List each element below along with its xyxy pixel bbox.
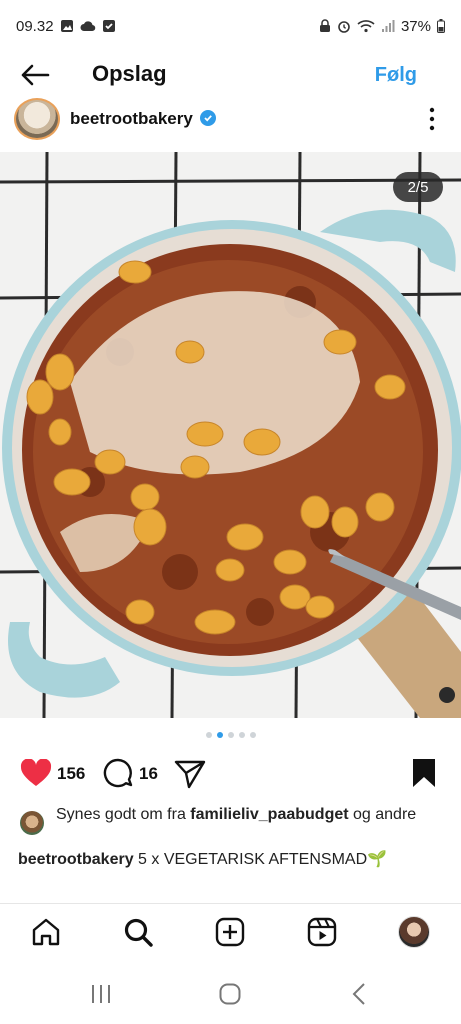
search-icon — [124, 918, 153, 947]
caption-text: 5 x VEGETARISK AFTENSMAD🌱 — [133, 851, 388, 868]
follow-button[interactable]: Følg — [375, 64, 417, 87]
top-bar: Opslag Følg — [0, 52, 461, 98]
back-button[interactable] — [18, 60, 52, 90]
author-avatar[interactable] — [14, 98, 60, 140]
gallery-notification-icon — [60, 20, 73, 32]
status-right: 37% — [319, 18, 445, 35]
comment-count[interactable]: 16 — [139, 764, 158, 784]
nav-profile[interactable] — [398, 916, 430, 948]
wifi-icon — [357, 20, 375, 33]
recents-button[interactable] — [87, 981, 115, 1007]
nav-reels[interactable] — [306, 916, 338, 948]
recents-icon — [92, 985, 110, 1003]
back-chevron-icon — [352, 983, 365, 1005]
share-paper-plane-icon[interactable] — [174, 759, 206, 789]
carousel-dot — [227, 732, 234, 738]
carousel-dot-active — [216, 732, 223, 738]
page-title: Opslag — [92, 61, 167, 86]
alarm-icon — [338, 21, 350, 33]
carousel-dot — [205, 732, 212, 738]
more-options-icon[interactable] — [421, 106, 443, 132]
system-home-button[interactable] — [216, 981, 244, 1007]
nav-create[interactable] — [214, 916, 246, 948]
nav-search[interactable] — [122, 916, 154, 948]
battery-percent: 37% — [400, 17, 431, 35]
cloud-notification-icon — [80, 21, 95, 32]
back-arrow-icon — [21, 64, 50, 86]
carousel-dot — [249, 732, 256, 738]
liked-by-text[interactable]: Synes godt om fra familieliv_paabudget o… — [56, 804, 436, 825]
food-photo — [0, 152, 461, 718]
home-circle-icon — [219, 983, 241, 1005]
system-back-button[interactable] — [345, 981, 373, 1007]
post-author-row: beetrootbakery — [0, 98, 461, 142]
post-actions: 156 16 — [0, 755, 461, 793]
author-username[interactable]: beetrootbakery — [70, 109, 193, 129]
carousel-dot — [238, 732, 245, 738]
post-image[interactable]: 2/5 — [0, 152, 461, 718]
reels-icon — [307, 917, 337, 947]
save-bookmark-icon[interactable] — [411, 758, 437, 788]
signal-icon — [381, 20, 395, 32]
like-count[interactable]: 156 — [57, 764, 85, 784]
status-time: 09.32 — [16, 17, 54, 35]
post-caption[interactable]: beetrootbakery 5 x VEGETARISK AFTENSMAD🌱 — [18, 850, 448, 870]
carousel-dots — [0, 732, 461, 738]
check-notification-icon — [102, 20, 115, 32]
home-icon — [32, 918, 60, 946]
create-post-icon — [215, 917, 245, 947]
liked-by-user[interactable]: familieliv_paabudget — [190, 806, 348, 823]
profile-avatar — [398, 916, 430, 948]
system-navigation-bar — [0, 963, 461, 1024]
media-counter-badge: 2/5 — [393, 172, 443, 202]
bottom-navigation — [0, 903, 461, 963]
status-bar: 09.32 37% — [0, 0, 461, 52]
lock-icon — [319, 19, 330, 32]
nav-home[interactable] — [30, 916, 62, 948]
liked-by-suffix: og andre — [348, 806, 417, 823]
status-left: 09.32 — [16, 18, 116, 35]
caption-username[interactable]: beetrootbakery — [18, 851, 134, 868]
battery-icon — [437, 19, 445, 33]
liked-by-prefix: Synes godt om fra — [56, 806, 191, 823]
liked-by-avatar[interactable] — [20, 811, 44, 835]
verified-badge-icon — [200, 110, 216, 126]
comment-icon[interactable] — [103, 758, 133, 788]
like-heart-icon[interactable] — [20, 759, 52, 787]
